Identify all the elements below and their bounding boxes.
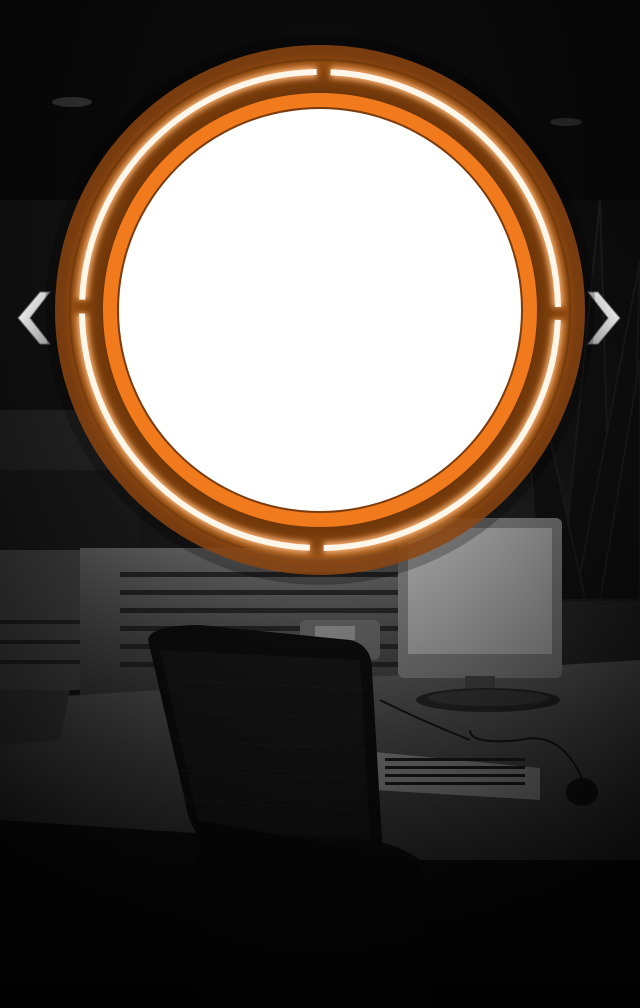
carousel-portal-ring[interactable] <box>40 30 600 590</box>
carousel-center-panel <box>119 109 521 511</box>
carousel-screen <box>0 0 640 1008</box>
